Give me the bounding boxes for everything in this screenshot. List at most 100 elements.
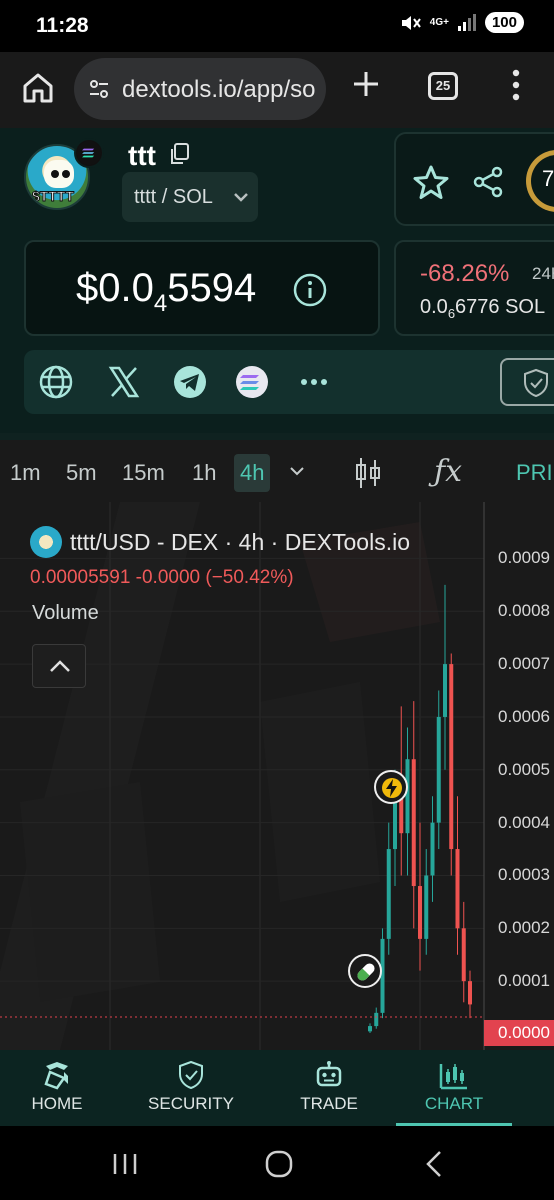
price-prefix: $0.0 bbox=[76, 266, 154, 310]
solana-icon[interactable] bbox=[234, 364, 270, 400]
home-circle-icon[interactable] bbox=[264, 1150, 294, 1178]
solana-chain-icon bbox=[74, 138, 104, 168]
candle-body bbox=[399, 796, 404, 834]
token-price: $0.045594 bbox=[76, 266, 256, 318]
price-axis-label: 0.0006 bbox=[498, 706, 550, 726]
chevron-up-icon bbox=[50, 660, 70, 672]
collapse-legend-button[interactable] bbox=[32, 644, 86, 688]
avatar-eye bbox=[62, 170, 70, 178]
home-icon[interactable] bbox=[20, 70, 56, 106]
candle-body bbox=[411, 759, 416, 887]
price-axis-label: 0.0005 bbox=[498, 759, 550, 779]
chart-panel[interactable]: 1m 5m 15m 1h 4h ƒx PRI tttt/USD - DEX · … bbox=[0, 440, 554, 1050]
status-time: 11:28 bbox=[36, 14, 89, 37]
network-type: 4G+ bbox=[429, 16, 449, 28]
avatar-text: $TTTT bbox=[32, 188, 75, 205]
candle-body bbox=[443, 664, 447, 717]
tab-switcher-button[interactable]: 25 bbox=[428, 72, 458, 100]
pill-icon bbox=[357, 963, 375, 981]
favorite-star-icon[interactable] bbox=[412, 164, 450, 200]
robot-icon bbox=[316, 1061, 342, 1087]
nav-label: TRADE bbox=[300, 1094, 358, 1113]
recents-icon[interactable] bbox=[112, 1152, 138, 1176]
shield-check-icon bbox=[524, 368, 548, 398]
dext-score-value: 7 bbox=[542, 166, 554, 191]
pair-selector[interactable]: tttt / SOL bbox=[122, 172, 258, 222]
nav-chart[interactable]: CHART bbox=[396, 1050, 512, 1126]
timeframe-4h[interactable]: 4h bbox=[234, 454, 271, 492]
timeframe-toolbar: 1m 5m 15m 1h 4h ƒx PRI bbox=[0, 440, 554, 502]
more-vert-icon[interactable] bbox=[506, 68, 526, 102]
price-axis-label: 0.0002 bbox=[498, 918, 550, 938]
actions-panel: 7 bbox=[394, 132, 554, 226]
timeframe-5m[interactable]: 5m bbox=[66, 460, 97, 486]
legend-ohlc-values: 0.00005591 -0.0000 (−50.42%) bbox=[30, 567, 294, 588]
url-text: dextools.io/app/so bbox=[122, 76, 316, 103]
new-tab-icon[interactable] bbox=[350, 68, 382, 100]
social-links-bar bbox=[24, 350, 554, 414]
status-bar: 11:28 4G+ 100 bbox=[0, 0, 554, 52]
nav-label: HOME bbox=[31, 1094, 83, 1113]
candle-body bbox=[461, 928, 466, 982]
candle-body bbox=[449, 664, 454, 850]
dextools-logo-icon bbox=[44, 1062, 68, 1090]
telegram-icon[interactable] bbox=[172, 364, 208, 400]
x-icon[interactable] bbox=[106, 364, 142, 400]
timeframe-1m[interactable]: 1m bbox=[10, 460, 41, 486]
price-tab[interactable]: PRI bbox=[516, 460, 553, 486]
nav-label: CHART bbox=[424, 1094, 484, 1113]
chevron-down-icon[interactable] bbox=[290, 466, 304, 476]
site-settings-icon[interactable] bbox=[88, 78, 110, 100]
indicators-icon[interactable]: ƒx bbox=[434, 454, 462, 489]
timeframe-1h[interactable]: 1h bbox=[192, 460, 216, 486]
candle-body bbox=[374, 1012, 379, 1027]
legend-title: tttt/USD - DEX · 4h · DEXTools.io bbox=[70, 529, 410, 555]
more-icon[interactable] bbox=[296, 364, 332, 400]
mute-icon bbox=[401, 15, 421, 30]
page-content: $TTTT ttt tttt / SOL 7 $0.045594 -68.26%… bbox=[0, 128, 554, 1050]
legend-token-logo bbox=[30, 526, 62, 558]
price-axis-label: 0.0003 bbox=[498, 865, 550, 885]
chart-type-icon[interactable] bbox=[354, 456, 382, 490]
event-marker-bolt[interactable] bbox=[374, 770, 408, 804]
audit-button[interactable] bbox=[500, 358, 554, 406]
price-axis-label: 0.0001 bbox=[498, 971, 550, 991]
candle-body bbox=[418, 886, 422, 939]
info-icon[interactable] bbox=[292, 272, 328, 308]
lightning-icon bbox=[382, 778, 402, 798]
system-navigation-bar bbox=[0, 1126, 554, 1200]
price-zero-count: 4 bbox=[153, 290, 168, 317]
url-bar[interactable]: dextools.io/app/so bbox=[74, 58, 326, 120]
nav-trade[interactable]: TRADE bbox=[272, 1050, 386, 1126]
nav-home[interactable]: HOME bbox=[0, 1050, 114, 1126]
globe-icon[interactable] bbox=[38, 364, 74, 400]
nav-label: SECURITY bbox=[148, 1094, 234, 1113]
price-in-sol: 0.066776 SOL bbox=[420, 296, 545, 321]
candle-body bbox=[393, 796, 397, 850]
price-axis-label: 0.0004 bbox=[498, 812, 550, 832]
status-icons: 4G+ 100 bbox=[400, 12, 524, 33]
sol-digits: 6776 SOL bbox=[455, 296, 546, 318]
candle-body bbox=[436, 716, 441, 823]
price-axis-label: 0.0007 bbox=[498, 654, 550, 674]
nav-security[interactable]: SECURITY bbox=[134, 1050, 248, 1126]
candle-body bbox=[424, 875, 429, 939]
price-panel: $0.045594 bbox=[24, 240, 380, 336]
chevron-down-icon bbox=[234, 193, 248, 202]
copy-icon[interactable] bbox=[168, 142, 190, 166]
sol-zero-count: 6 bbox=[447, 306, 456, 321]
battery-indicator: 100 bbox=[484, 12, 524, 33]
candle-body bbox=[468, 981, 472, 1005]
price-change-period: 24H bbox=[532, 264, 554, 283]
current-price-tag: 0.0000 bbox=[484, 1020, 554, 1046]
pair-label: tttt / SOL bbox=[134, 186, 213, 208]
candle-body bbox=[368, 1026, 372, 1032]
event-marker-pill[interactable] bbox=[348, 954, 382, 988]
share-icon[interactable] bbox=[472, 166, 504, 198]
back-icon[interactable] bbox=[424, 1150, 444, 1178]
browser-toolbar: dextools.io/app/so 25 bbox=[0, 52, 554, 128]
timeframe-15m[interactable]: 15m bbox=[122, 460, 165, 486]
price-change-panel: -68.26% 24H 0.066776 SOL bbox=[394, 240, 554, 336]
signal-icon bbox=[457, 13, 476, 31]
bottom-navigation: HOME SECURITY TRADE CHART bbox=[0, 1050, 554, 1126]
